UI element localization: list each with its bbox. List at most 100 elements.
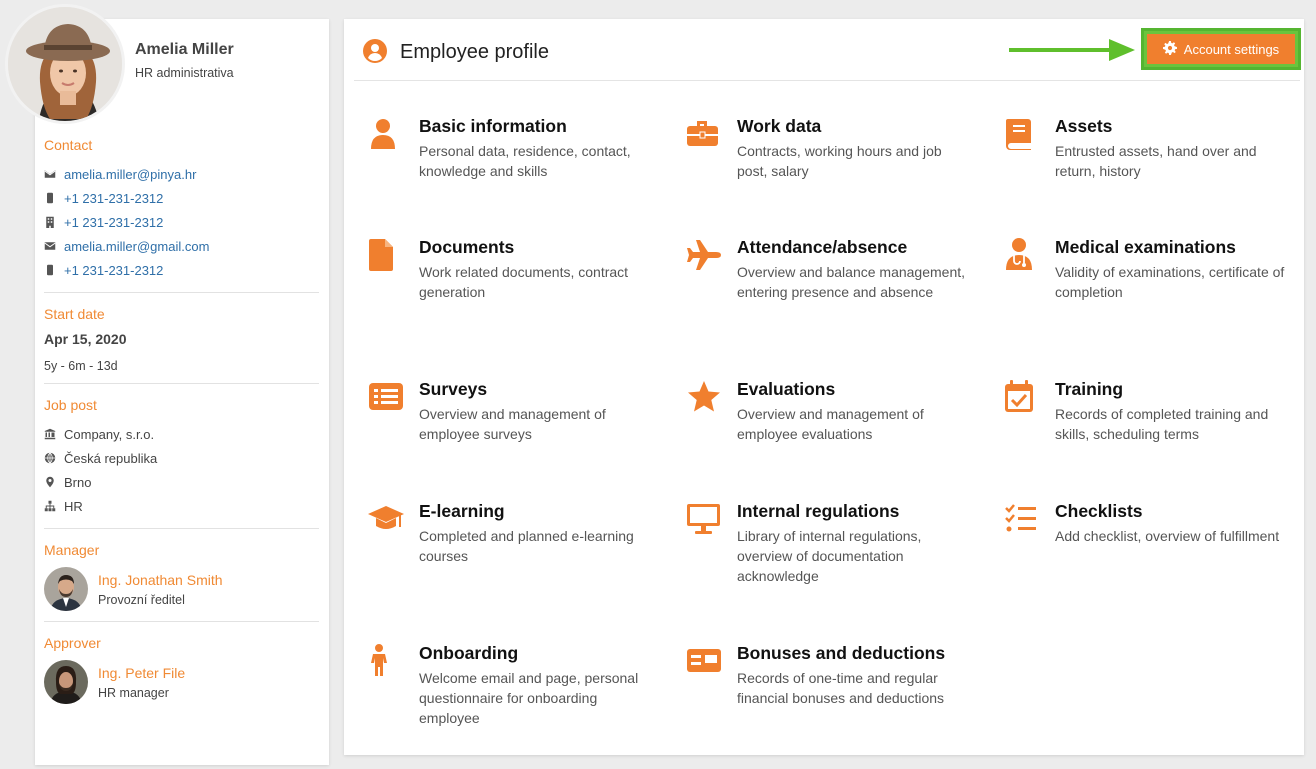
tile-title: Evaluations [737, 379, 836, 399]
contact-heading: Contact [44, 137, 93, 153]
tile-title: Checklists [1055, 501, 1143, 521]
tile-description: Records of completed training and skills… [1055, 406, 1269, 442]
panel-header: Employee profile Account settings [354, 19, 1301, 81]
contact-email-personal[interactable]: amelia.miller@gmail.com [64, 239, 209, 254]
mobile-phone-icon [44, 264, 64, 276]
contact-row: +1 231-231-2312 [44, 186, 319, 210]
tile-description: Work related documents, contract generat… [419, 264, 629, 300]
approver-heading: Approver [44, 635, 101, 651]
profile-role: HR administrativa [135, 66, 234, 80]
contact-row: amelia.miller@gmail.com [44, 234, 319, 258]
job-post-heading: Job post [44, 397, 97, 413]
briefcase-icon [686, 116, 722, 152]
book-icon [1004, 116, 1040, 152]
highlight-arrow-icon [1009, 39, 1135, 61]
tile-title: Bonuses and deductions [737, 643, 946, 663]
job-row: Česká republika [44, 446, 319, 470]
building-icon [44, 216, 64, 228]
tile-title: Onboarding [419, 643, 519, 663]
monitor-icon [686, 501, 722, 537]
employee-profile-panel: Employee profile Account settings Basic … [344, 19, 1304, 755]
tile-title: E-learning [419, 501, 505, 521]
tile-title: Training [1055, 379, 1124, 399]
job-row: Company, s.r.o. [44, 422, 319, 446]
contact-mobile-2[interactable]: +1 231-231-2312 [64, 263, 163, 278]
person-child-icon [368, 643, 404, 679]
tile-title: Assets [1055, 116, 1113, 136]
account-settings-label: Account settings [1183, 41, 1280, 57]
plane-icon [686, 237, 722, 273]
tile-description: Overview and management of employee eval… [737, 406, 924, 442]
org-chart-icon [44, 500, 64, 512]
envelope-icon [44, 168, 64, 180]
approver-name[interactable]: Ing. Peter File [98, 665, 185, 681]
tile-description: Entrusted assets, hand over and return, … [1055, 143, 1257, 179]
profile-sidebar: Amelia Miller HR administrativa Contact … [5, 4, 329, 765]
divider [44, 383, 319, 384]
contact-office-phone[interactable]: +1 231-231-2312 [64, 215, 163, 230]
institution-icon [44, 428, 64, 440]
tile-title: Basic information [419, 116, 567, 136]
divider [44, 292, 319, 293]
job-city: Brno [64, 474, 92, 490]
approver-role: HR manager [98, 685, 169, 700]
profile-avatar[interactable] [5, 4, 125, 124]
tile-description: Validity of examinations, certificate of… [1055, 264, 1285, 300]
tile-description: Completed and planned e-learning courses [419, 528, 634, 564]
job-row: HR [44, 494, 319, 518]
globe-icon [44, 452, 64, 464]
job-department: HR [64, 498, 83, 514]
user-icon [368, 116, 404, 152]
document-icon [368, 237, 404, 273]
start-date-heading: Start date [44, 306, 105, 322]
star-icon [686, 379, 722, 415]
divider [44, 528, 319, 529]
contact-mobile[interactable]: +1 231-231-2312 [64, 191, 163, 206]
user-circle-icon [363, 39, 387, 63]
calendar-check-icon [1004, 379, 1040, 415]
manager-role: Provozní ředitel [98, 592, 185, 607]
contact-row: +1 231-231-2312 [44, 210, 319, 234]
envelope-icon [44, 240, 64, 252]
account-settings-highlight: Account settings [1141, 28, 1301, 70]
tile-description: Add checklist, overview of fulfillment [1055, 528, 1280, 544]
employment-duration: 5y - 6m - 13d [44, 359, 118, 373]
checklist-icon [1004, 501, 1040, 537]
start-date-value: Apr 15, 2020 [44, 331, 127, 347]
manager-avatar [44, 567, 88, 611]
approver-avatar [44, 660, 88, 704]
tile-description: Records of one-time and regular financia… [737, 670, 945, 706]
page-title: Employee profile [400, 41, 549, 63]
list-icon [368, 379, 404, 415]
approver-card[interactable]: Ing. Peter File HR manager [44, 660, 319, 704]
tile-description: Library of internal regulations, overvie… [737, 528, 922, 584]
graduation-cap-icon [368, 501, 404, 537]
contact-row: +1 231-231-2312 [44, 258, 319, 282]
doctor-icon [1004, 237, 1040, 273]
tile-title: Medical examinations [1055, 237, 1236, 257]
job-country: Česká republika [64, 450, 158, 466]
contact-row: amelia.miller@pinya.hr [44, 162, 319, 186]
job-company: Company, s.r.o. [64, 426, 155, 442]
tile-description: Personal data, residence, contact, knowl… [419, 143, 631, 179]
money-card-icon [686, 643, 722, 679]
tile-title: Attendance/absence [737, 237, 908, 257]
manager-card[interactable]: Ing. Jonathan Smith Provozní ředitel [44, 567, 319, 611]
mobile-phone-icon [44, 192, 64, 204]
tile-description: Contracts, working hours and job post, s… [737, 143, 942, 179]
contact-email-work[interactable]: amelia.miller@pinya.hr [64, 167, 196, 182]
map-pin-icon [44, 476, 64, 488]
tile-description: Overview and balance management, enterin… [737, 264, 966, 300]
tile-title: Work data [737, 116, 822, 136]
manager-heading: Manager [44, 542, 100, 558]
account-settings-button[interactable]: Account settings [1147, 34, 1295, 64]
manager-name[interactable]: Ing. Jonathan Smith [98, 572, 223, 588]
profile-name: Amelia Miller [135, 41, 234, 58]
tile-description: Welcome email and page, personal questio… [419, 670, 639, 726]
tile-title: Documents [419, 237, 515, 257]
tile-description: Overview and management of employee surv… [419, 406, 606, 442]
tile-title: Surveys [419, 379, 488, 399]
job-row: Brno [44, 470, 319, 494]
gear-icon [1162, 40, 1184, 58]
divider [44, 621, 319, 622]
